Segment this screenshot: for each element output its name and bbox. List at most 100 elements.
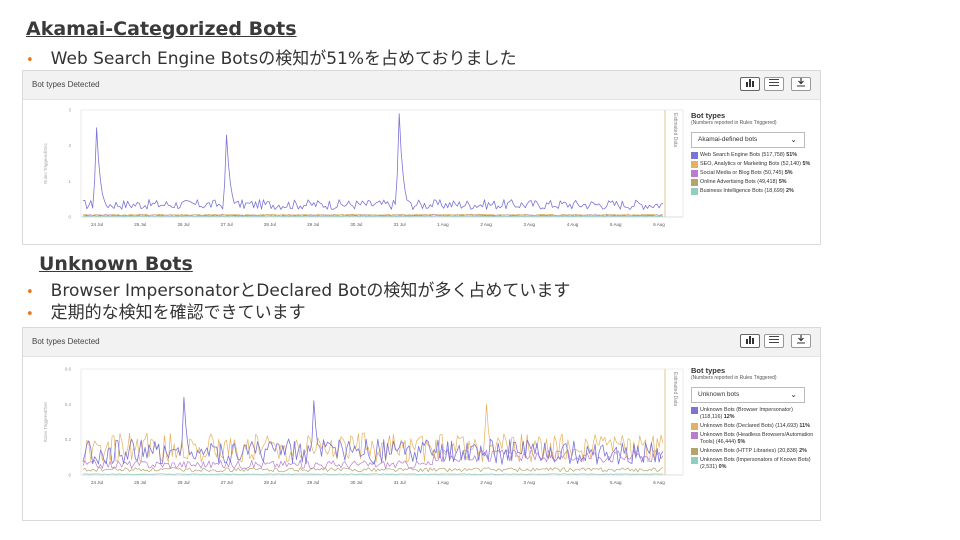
x-tick-label: 31 Jul [394,480,406,485]
y-tick-label: 3 [68,108,71,113]
x-tick-label: 29 Jul [307,480,319,485]
legend-item[interactable]: Unknown Bots (Headless Browsers/Automati… [691,432,816,446]
y-tick-label: 2 [68,143,71,148]
series-line [82,396,664,465]
x-tick-label: 30 Jul [350,480,362,485]
estimated-data-label: Estimated Data [672,372,678,406]
section1-bullet-1: • Web Search Engine Botsの検知が51%を占めておりました [26,44,516,69]
download-icon [797,335,805,344]
panel-header: Bot types Detected [23,328,820,357]
legend-item[interactable]: Business Intelligence Bots (18,699) 2% [691,188,816,195]
download-icon [797,78,805,87]
x-tick-label: 31 Jul [394,222,406,227]
list-view-button[interactable] [764,77,784,91]
line-chart: Estimated Data 0.6 0.4 0.2 0 Rules Triggered/… [43,367,684,485]
legend-swatch [691,448,698,455]
bot-types-panel-unknown: Bot types Detected Estimated Data 0.6 0.4 0… [22,327,821,521]
legend-swatch [691,423,698,430]
list-icon [769,79,779,86]
x-tick-label: 2 Aug [480,480,492,485]
bullet-text: 定期的な検知を確認できています [50,303,306,323]
list-view-button[interactable] [764,334,784,348]
legend-label: Unknown Bots (Headless Browsers/Automati… [700,432,814,445]
legend-pct: 5% [737,439,746,445]
legend-pct: 2% [786,188,794,194]
legend-swatch [691,457,698,464]
legend-label: SEO, Analytics or Marketing Bots (52,140… [700,161,801,167]
x-tick-label: 28 Jul [264,222,276,227]
legend-item[interactable]: Social Media or Blog Bots (50,745) 5% [691,170,816,177]
estimated-data-label: Estimated Data [672,113,678,147]
chart-legend: Bot types (Numbers reported in Rules Tri… [691,366,816,471]
x-tick-label: 27 Jul [221,480,233,485]
y-tick-label: 0.4 [65,402,72,407]
legend-pct: 2% [799,448,807,454]
legend-item[interactable]: Unknown Bots (Declared Bots) (114,693) 1… [691,423,816,430]
chevron-down-icon: ⌄ [790,135,797,144]
legend-swatch [691,407,698,414]
y-tick-label: 1 [68,179,71,184]
bullet-text: Web Search Engine Botsの検知が51%を占めておりました [50,49,517,69]
legend-label: Unknown Bots (HTTP Libraries) (20,838) [700,448,798,454]
panel-title: Bot types Detected [32,80,100,89]
x-tick-label: 1 Aug [437,222,449,227]
legend-title: Bot types [691,111,726,120]
x-tick-label: 26 Jul [177,480,189,485]
chart-view-button[interactable] [740,77,760,91]
legend-pct: 11% [799,423,810,429]
panel-header: Bot types Detected [23,71,820,100]
bullet-dot-icon: • [26,53,34,68]
chart-view-button[interactable] [740,334,760,348]
y-tick-label: 0 [68,215,71,220]
legend-item[interactable]: Unknown Bots (HTTP Libraries) (20,838) 2… [691,448,816,455]
legend-list: Unknown Bots (Browser Impersonator) (118… [691,407,816,471]
y-tick-label: 0.2 [65,437,72,442]
y-axis-label: Rules Triggered/Sec [43,142,48,184]
y-tick-label: 0.6 [65,367,72,372]
x-tick-label: 24 Jul [91,480,103,485]
bar-chart-icon [746,79,754,87]
x-tick-label: 1 Aug [437,480,449,485]
legend-label: Unknown Bots (Impersonators of Known Bot… [700,457,811,470]
legend-label: Social Media or Blog Bots (50,745) [700,170,784,176]
legend-label: Online Advertising Bots (49,418) [700,179,778,185]
bot-category-dropdown[interactable]: Unknown bots ⌄ [691,387,805,403]
bot-category-dropdown[interactable]: Akamai-defined bots ⌄ [691,132,805,148]
x-tick-label: 24 Jul [91,222,103,227]
legend-item[interactable]: SEO, Analytics or Marketing Bots (52,140… [691,161,816,168]
dropdown-value: Unknown bots [698,391,740,398]
line-chart: Estimated Data 3 2 1 0 Rules Triggered/Sec 24 … [43,108,684,227]
legend-label: Web Search Engine Bots (517,758) [700,152,785,158]
legend-label: Business Intelligence Bots (18,699) [700,188,785,194]
chevron-down-icon: ⌄ [790,390,797,399]
bullet-dot-icon: • [26,307,34,322]
legend-pct: 5% [784,170,793,176]
x-tick-label: 30 Jul [350,222,362,227]
legend-subtitle: (Numbers reported in Rules Triggered) [691,120,777,126]
legend-label: Unknown Bots (Declared Bots) (114,693) [700,423,798,429]
x-tick-label: 25 Jul [134,222,146,227]
legend-item[interactable]: Unknown Bots (Browser Impersonator) (118… [691,407,816,421]
x-tick-label: 27 Jul [221,222,233,227]
download-button[interactable] [791,334,811,348]
x-tick-label: 4 Aug [567,222,579,227]
legend-swatch [691,161,698,168]
x-tick-label: 26 Jul [177,222,189,227]
legend-item[interactable]: Unknown Bots (Impersonators of Known Bot… [691,457,816,471]
legend-pct: 5% [778,179,787,185]
dropdown-value: Akamai-defined bots [698,136,758,143]
legend-swatch [691,188,698,195]
legend-label: Unknown Bots (Browser Impersonator) (118… [700,407,793,420]
legend-swatch [691,179,698,186]
x-tick-label: 6 Aug [653,480,665,485]
section2-heading: Unknown Bots [39,253,193,275]
x-tick-label: 5 Aug [610,480,622,485]
download-button[interactable] [791,77,811,91]
chart-legend: Bot types (Numbers reported in Rules Tri… [691,111,816,195]
series-line [82,113,664,210]
legend-item[interactable]: Online Advertising Bots (49,418) 5% [691,179,816,186]
x-tick-label: 28 Jul [264,480,276,485]
legend-item[interactable]: Web Search Engine Bots (517,758) 51% [691,152,816,159]
legend-pct: 5% [802,161,811,167]
y-tick-label: 0 [68,473,71,478]
